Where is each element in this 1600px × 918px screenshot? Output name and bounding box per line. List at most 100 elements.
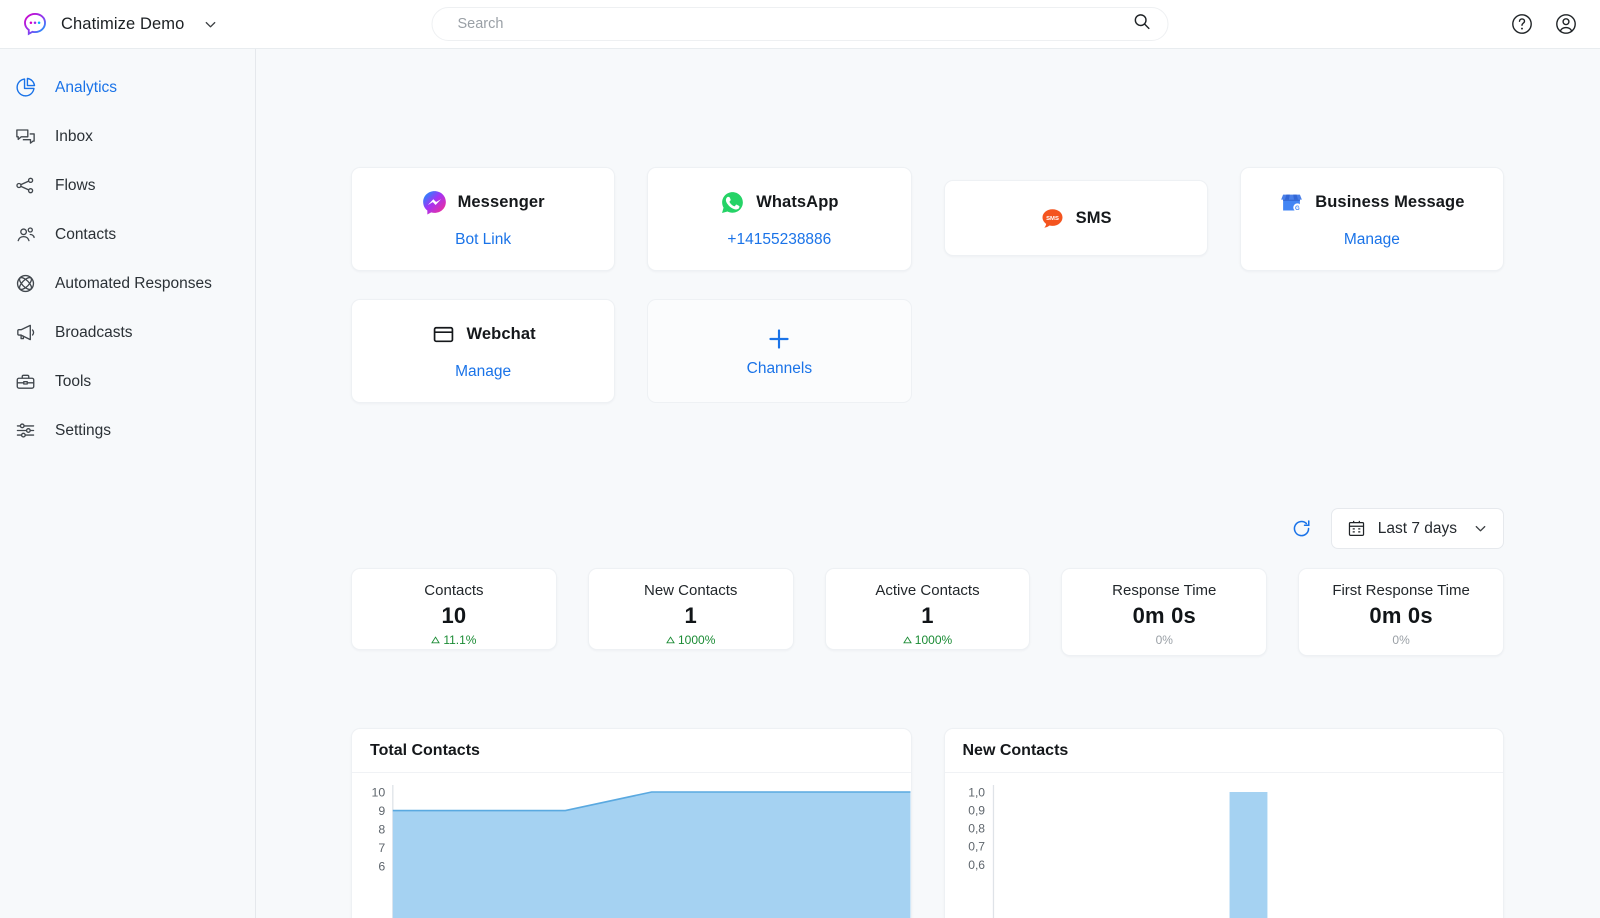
- channel-card-head: WhatsApp: [720, 190, 838, 215]
- sidebar-item-label: Contacts: [55, 225, 117, 243]
- sidebar-item-analytics[interactable]: Analytics: [0, 63, 255, 112]
- svg-text:10: 10: [372, 786, 386, 799]
- sidebar-item-label: Flows: [55, 176, 96, 194]
- chart-card-new-contacts: New Contacts 1,0 0,9 0,8 0,7 0,6: [943, 728, 1504, 918]
- search-box[interactable]: [431, 7, 1169, 41]
- channel-link[interactable]: Bot Link: [455, 231, 511, 249]
- sidebar-item-label: Analytics: [55, 78, 118, 96]
- svg-text:0,9: 0,9: [968, 804, 985, 818]
- chevron-down-icon[interactable]: [1473, 521, 1488, 536]
- channel-card-head: Webchat: [431, 322, 536, 347]
- channel-name: Webchat: [466, 324, 536, 343]
- channel-link[interactable]: +14155238886: [727, 231, 831, 249]
- channel-link[interactable]: Manage: [455, 363, 511, 381]
- channel-card-whatsapp[interactable]: WhatsApp +14155238886: [647, 167, 912, 271]
- kpi-title: Contacts: [424, 582, 484, 599]
- triangle-up-icon: [431, 636, 441, 644]
- kpi-delta-value: 0%: [1392, 633, 1410, 647]
- flow-nodes-icon: [13, 173, 38, 198]
- search-bar[interactable]: [431, 7, 1169, 41]
- channel-cards-row-2: Webchat Manage Channels: [351, 299, 1504, 403]
- triangle-up-icon: [666, 636, 675, 644]
- kpi-card-new-contacts: New Contacts 1 1000%: [587, 568, 794, 650]
- kpi-delta: 0%: [1392, 633, 1409, 647]
- svg-text:0,8: 0,8: [968, 822, 985, 836]
- kpi-value: 0m 0s: [1132, 603, 1196, 628]
- messenger-logo-icon: [422, 190, 447, 215]
- svg-text:G: G: [1295, 205, 1300, 211]
- date-range-picker[interactable]: Last 7 days: [1330, 508, 1504, 549]
- analytics-toolbar: Last 7 days: [351, 508, 1504, 549]
- chart-title: New Contacts: [944, 729, 1503, 773]
- kpi-delta-value: 1000%: [914, 633, 953, 647]
- add-channels-card[interactable]: Channels: [647, 299, 912, 403]
- channel-link[interactable]: Manage: [1344, 231, 1400, 249]
- refresh-icon[interactable]: [1291, 518, 1312, 539]
- top-bar: Chatimize Demo: [0, 0, 1600, 49]
- webchat-window-icon: [431, 322, 456, 347]
- bar-chart-new-contacts: 1,0 0,9 0,8 0,7 0,6: [968, 785, 1267, 918]
- sidebar-item-label: Broadcasts: [55, 323, 133, 341]
- channel-card-webchat[interactable]: Webchat Manage: [351, 299, 616, 403]
- sidebar-item-inbox[interactable]: Inbox: [0, 112, 255, 161]
- charts-row: Total Contacts 10 9 8 7 6 New Contacts 1…: [351, 728, 1504, 918]
- plus-icon: [764, 324, 794, 354]
- kpi-card-contacts: Contacts 10 11.1%: [351, 568, 557, 650]
- chevron-down-icon[interactable]: [203, 17, 218, 32]
- svg-text:8: 8: [378, 823, 385, 836]
- kpi-title: New Contacts: [644, 582, 738, 599]
- sidebar-item-automated-responses[interactable]: Automated Responses: [0, 259, 255, 308]
- sidebar-item-tools[interactable]: Tools: [0, 357, 255, 406]
- chart-title: Total Contacts: [352, 729, 911, 773]
- kpi-delta-value: 1000%: [678, 633, 716, 647]
- svg-text:0,6: 0,6: [968, 858, 985, 872]
- kpi-value: 10: [441, 603, 467, 628]
- kpi-delta: 11.1%: [431, 633, 476, 647]
- kpi-card-active-contacts: Active Contacts 1 1000%: [824, 568, 1031, 650]
- sidebar-item-label: Settings: [55, 421, 112, 439]
- workspace-switcher[interactable]: Chatimize Demo: [0, 11, 300, 37]
- kpi-delta: 1000%: [666, 633, 715, 647]
- sidebar-item-settings[interactable]: Settings: [0, 406, 255, 455]
- megaphone-icon: [13, 320, 38, 345]
- sidebar-item-contacts[interactable]: Contacts: [0, 210, 255, 259]
- channel-card-sms[interactable]: SMS SMS: [943, 180, 1208, 256]
- sidebar-item-label: Tools: [55, 372, 92, 390]
- channel-name: SMS: [1075, 208, 1112, 227]
- sidebar-item-flows[interactable]: Flows: [0, 161, 255, 210]
- channel-name: WhatsApp: [756, 192, 839, 211]
- channel-card-head: Messenger: [422, 190, 545, 215]
- kpi-card-response-time: Response Time 0m 0s 0%: [1061, 568, 1268, 656]
- sms-logo-icon: SMS: [1040, 206, 1065, 231]
- people-icon: [13, 222, 38, 247]
- main-content: Messenger Bot Link WhatsApp +14155238886…: [256, 49, 1600, 918]
- kpi-delta: 0%: [1156, 633, 1173, 647]
- google-business-logo-icon: G: [1279, 190, 1304, 215]
- search-icon[interactable]: [1133, 12, 1152, 36]
- svg-text:7: 7: [378, 842, 385, 855]
- svg-text:SMS: SMS: [1046, 215, 1059, 221]
- chart-body-total-contacts: 10 9 8 7 6: [352, 773, 911, 918]
- search-input[interactable]: [457, 16, 1133, 32]
- channel-name: Business Message: [1315, 192, 1465, 211]
- kpi-title: Active Contacts: [875, 582, 980, 599]
- app-root: Chatimize Demo Search Analytics Inbox Fl…: [0, 0, 1600, 918]
- channel-card-messenger[interactable]: Messenger Bot Link: [351, 167, 616, 271]
- kpi-delta-value: 11.1%: [443, 633, 477, 647]
- workspace-name: Chatimize Demo: [61, 14, 185, 33]
- sidebar: Analytics Inbox Flows Contacts Automated…: [0, 49, 256, 918]
- help-circle-icon[interactable]: [1510, 12, 1534, 36]
- svg-text:0,7: 0,7: [968, 840, 985, 854]
- sidebar-item-broadcasts[interactable]: Broadcasts: [0, 308, 255, 357]
- kpi-value: 1: [684, 603, 697, 628]
- user-avatar-icon[interactable]: [1554, 12, 1578, 36]
- kpi-cards: Contacts 10 11.1% New Contacts 1 1000% A…: [351, 568, 1504, 656]
- kpi-title: First Response Time: [1332, 582, 1470, 599]
- date-range-label: Last 7 days: [1377, 519, 1457, 537]
- sliders-icon: [13, 418, 38, 443]
- pie-chart-icon: [13, 75, 38, 100]
- svg-text:1,0: 1,0: [968, 786, 985, 800]
- kpi-value: 1: [921, 603, 934, 628]
- kpi-delta: 1000%: [902, 633, 953, 647]
- channel-card-business-message[interactable]: G Business Message Manage: [1239, 167, 1504, 271]
